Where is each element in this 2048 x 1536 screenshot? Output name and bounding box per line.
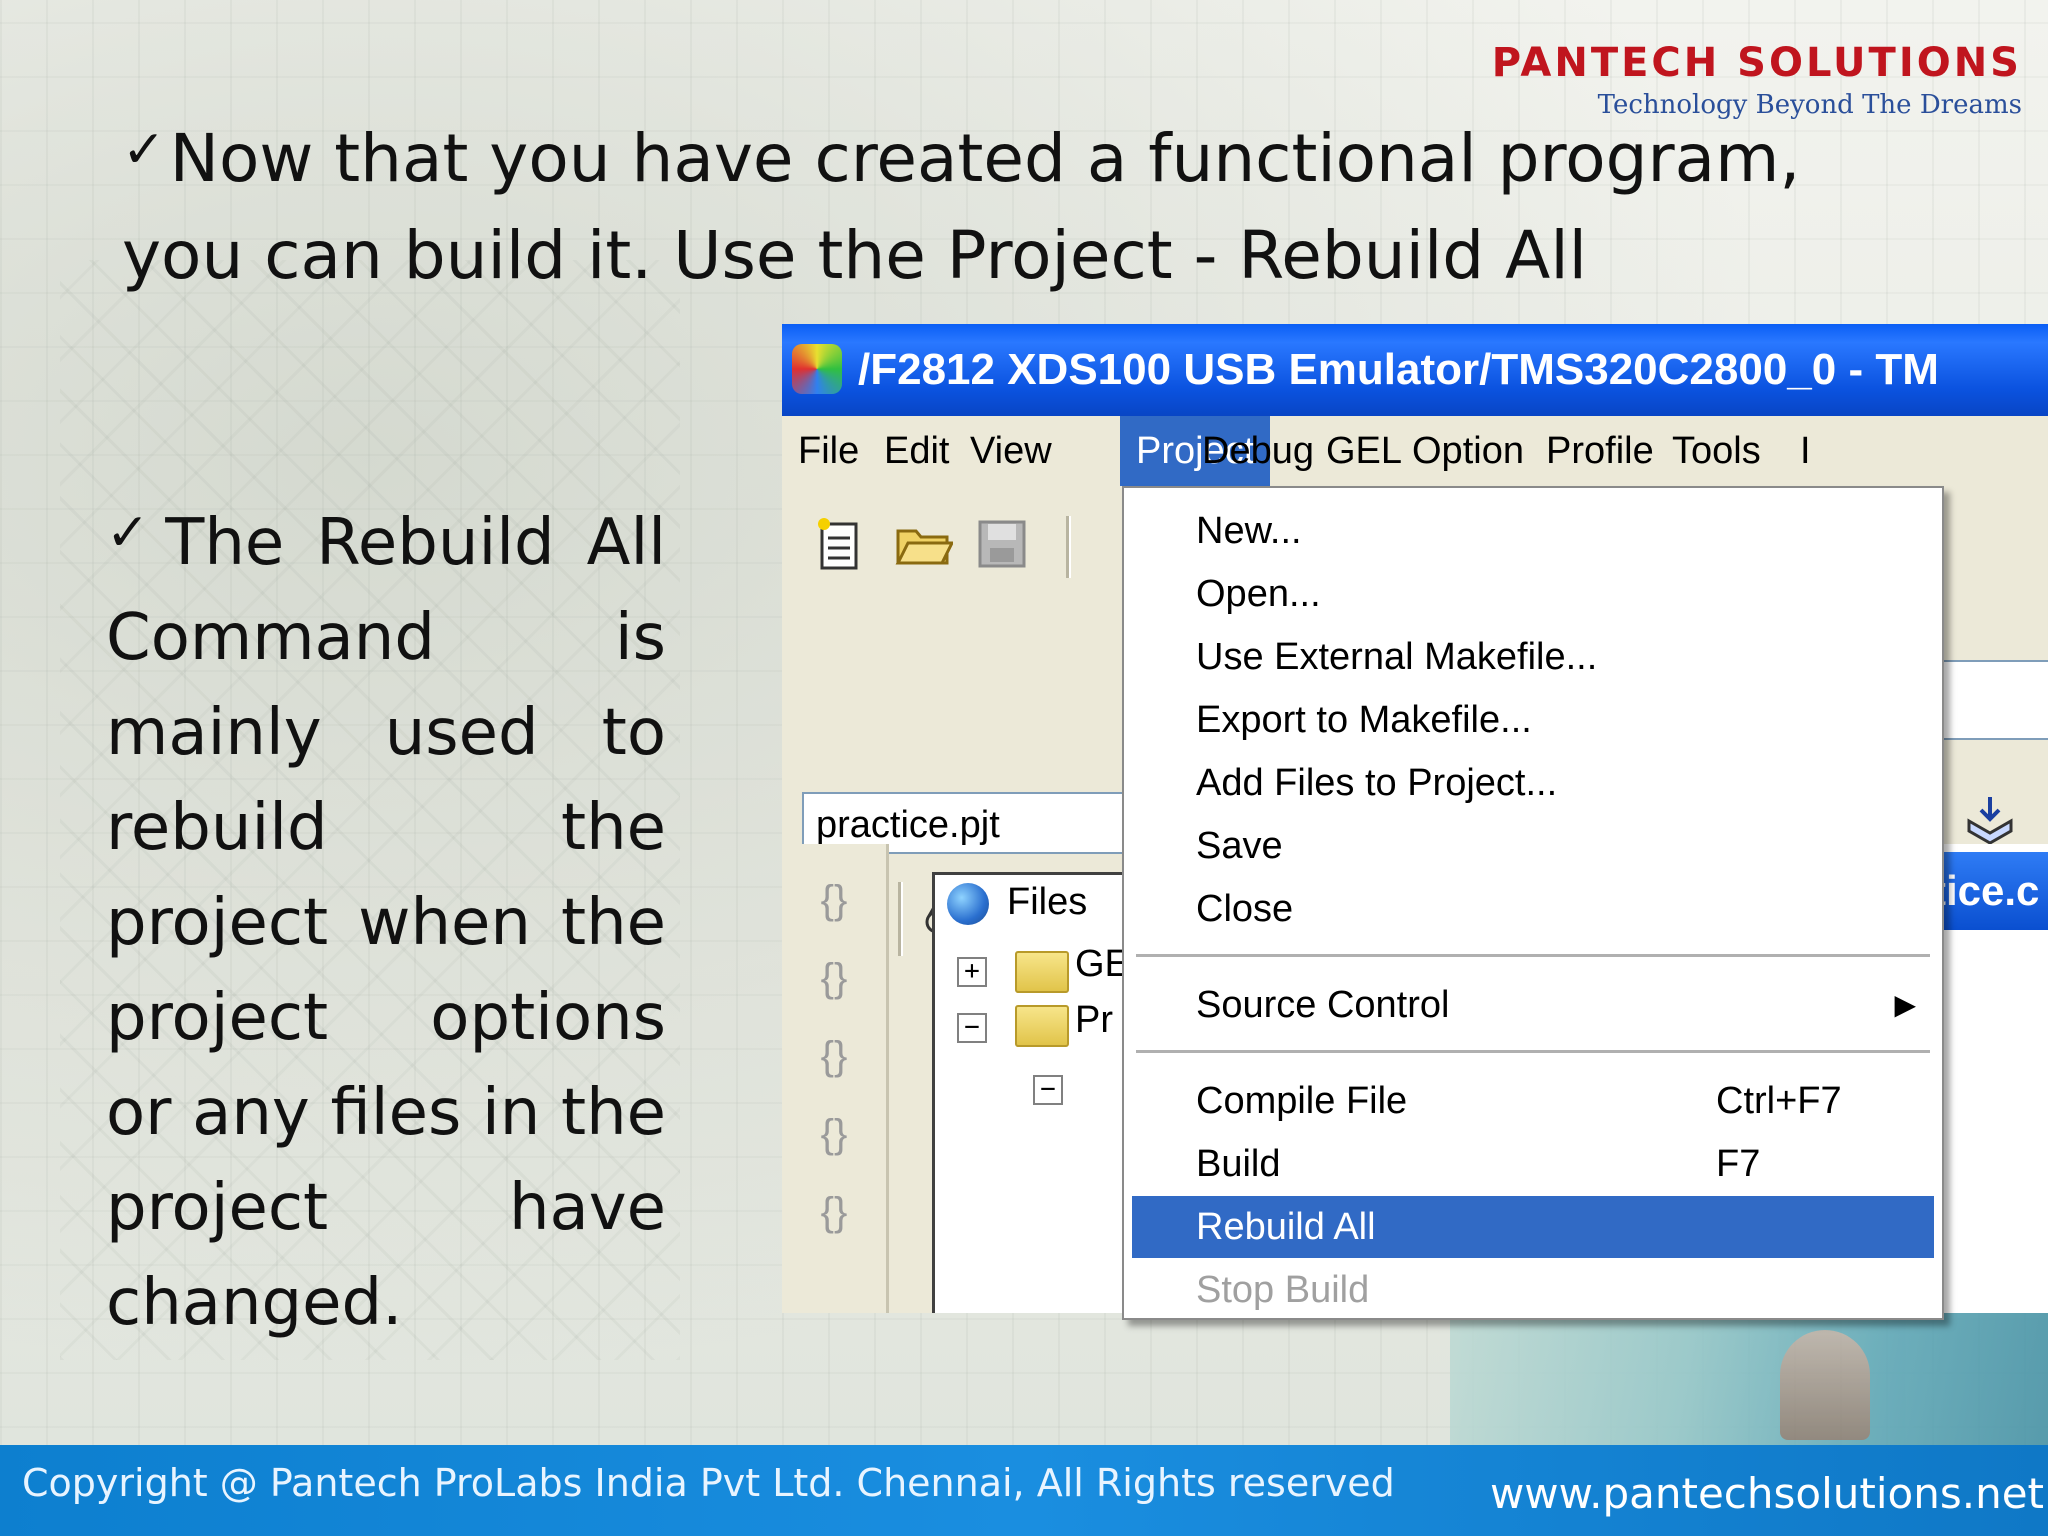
globe-icon bbox=[947, 883, 989, 925]
menu-item-use-external-makefile[interactable]: Use External Makefile... bbox=[1132, 626, 1934, 688]
menu-item-label: New... bbox=[1196, 510, 1302, 552]
menu-file[interactable]: File bbox=[782, 416, 875, 486]
menu-edit[interactable]: Edit bbox=[868, 416, 965, 486]
side-explanation-body: The Rebuild All Command is mainly used t… bbox=[106, 506, 666, 1340]
menu-separator bbox=[1136, 1050, 1930, 1053]
menu-item-shortcut: Ctrl+F7 bbox=[1716, 1080, 1842, 1122]
menu-debug[interactable]: Debug bbox=[1186, 416, 1330, 486]
check-mark-icon: ✓ bbox=[106, 503, 162, 563]
right-toolbar-box bbox=[1932, 660, 2048, 740]
menu-separator bbox=[1136, 954, 1930, 957]
menu-option[interactable]: Option bbox=[1396, 416, 1540, 486]
menu-item-compile-file[interactable]: Compile File Ctrl+F7 bbox=[1132, 1070, 1934, 1132]
menu-profile[interactable]: Profile bbox=[1530, 416, 1670, 486]
save-icon[interactable] bbox=[972, 514, 1032, 574]
menu-tools[interactable]: Tools bbox=[1656, 416, 1777, 486]
open-folder-icon bbox=[1015, 1005, 1069, 1047]
toolbar-separator bbox=[1066, 516, 1071, 578]
menu-bar: File Edit View Project Debug GEL Option … bbox=[782, 416, 2048, 486]
new-file-icon[interactable] bbox=[810, 514, 870, 574]
app-icon bbox=[792, 344, 842, 394]
collapse-minus-icon[interactable]: − bbox=[957, 1013, 987, 1043]
menu-item-rebuild-all[interactable]: Rebuild All bbox=[1132, 1196, 1934, 1258]
menu-item-label: Build bbox=[1196, 1143, 1281, 1185]
menu-item-label: Stop Build bbox=[1196, 1269, 1370, 1311]
menu-item-source-control[interactable]: Source Control ▶ bbox=[1132, 974, 1934, 1036]
menu-item-close[interactable]: Close bbox=[1132, 878, 1934, 940]
menu-item-label: Save bbox=[1196, 825, 1283, 867]
menu-item-label: Open... bbox=[1196, 573, 1321, 615]
editor-title-text: tice.c bbox=[1932, 867, 2040, 914]
tree-root-files[interactable]: Files bbox=[1007, 881, 1087, 924]
expand-plus-icon[interactable]: + bbox=[957, 957, 987, 987]
menu-item-shortcut: F7 bbox=[1716, 1143, 1761, 1185]
step-over-icon[interactable]: {} bbox=[806, 950, 862, 1006]
menu-item-label: Rebuild All bbox=[1196, 1206, 1376, 1248]
run-to-cursor-icon[interactable]: {} bbox=[806, 1106, 862, 1162]
menu-item-add-files[interactable]: Add Files to Project... bbox=[1132, 752, 1934, 814]
menu-item-export-to-makefile[interactable]: Export to Makefile... bbox=[1132, 689, 1934, 751]
menu-item-label: Export to Makefile... bbox=[1196, 699, 1532, 741]
menu-item-stop-build[interactable]: Stop Build bbox=[1132, 1259, 1934, 1321]
side-explanation-text: ✓The Rebuild All Command is mainly used … bbox=[106, 486, 666, 1351]
download-icon[interactable] bbox=[1960, 790, 2020, 850]
window-titlebar[interactable]: /F2812 XDS100 USB Emulator/TMS320C2800_0… bbox=[782, 324, 2048, 416]
menu-view[interactable]: View bbox=[954, 416, 1068, 486]
submenu-arrow-icon: ▶ bbox=[1894, 989, 1916, 1020]
open-folder-icon[interactable] bbox=[894, 514, 954, 574]
menu-item-build[interactable]: Build F7 bbox=[1132, 1133, 1934, 1195]
menu-item-label: Close bbox=[1196, 888, 1294, 930]
footer-website-link[interactable]: www.pantechsolutions.net bbox=[1490, 1469, 2044, 1518]
step-into-icon[interactable]: {} bbox=[806, 872, 862, 928]
editor-title: tice.c bbox=[1932, 852, 2048, 930]
folder-icon bbox=[1015, 951, 1069, 993]
menu-more[interactable]: I bbox=[1784, 416, 1827, 486]
footer-bar: Copyright @ Pantech ProLabs India Pvt Lt… bbox=[0, 1445, 2048, 1536]
menu-item-new[interactable]: New... bbox=[1132, 500, 1934, 562]
logo-name: PANTECH SOLUTIONS bbox=[1491, 40, 2022, 86]
tree-item-projects[interactable]: Pr bbox=[1075, 999, 1113, 1042]
menu-item-label: Use External Makefile... bbox=[1196, 636, 1598, 678]
set-pc-icon[interactable]: {} bbox=[806, 1184, 862, 1240]
menu-item-save[interactable]: Save bbox=[1132, 815, 1934, 877]
debug-icon-strip: {} {} {} {} {} bbox=[782, 844, 889, 1313]
main-instruction-text: ✓Now that you have created a functional … bbox=[122, 102, 1922, 304]
bottom-decorative-art bbox=[1450, 1310, 2048, 1445]
window-title: /F2812 XDS100 USB Emulator/TMS320C2800_0… bbox=[858, 345, 1939, 394]
menu-item-label: Source Control bbox=[1196, 984, 1450, 1026]
menu-item-open[interactable]: Open... bbox=[1132, 563, 1934, 625]
check-mark-icon: ✓ bbox=[122, 120, 166, 180]
main-instruction-body: Now that you have created a functional p… bbox=[122, 120, 1801, 294]
menu-item-label: Add Files to Project... bbox=[1196, 762, 1558, 804]
menu-item-label: Compile File bbox=[1196, 1080, 1408, 1122]
footer-copyright: Copyright @ Pantech ProLabs India Pvt Lt… bbox=[22, 1461, 1395, 1505]
toolbar-separator bbox=[898, 882, 903, 956]
project-dropdown-menu: New... Open... Use External Makefile... … bbox=[1122, 486, 1944, 1320]
collapse-minus-icon[interactable]: − bbox=[1033, 1075, 1063, 1105]
step-out-icon[interactable]: {} bbox=[806, 1028, 862, 1084]
